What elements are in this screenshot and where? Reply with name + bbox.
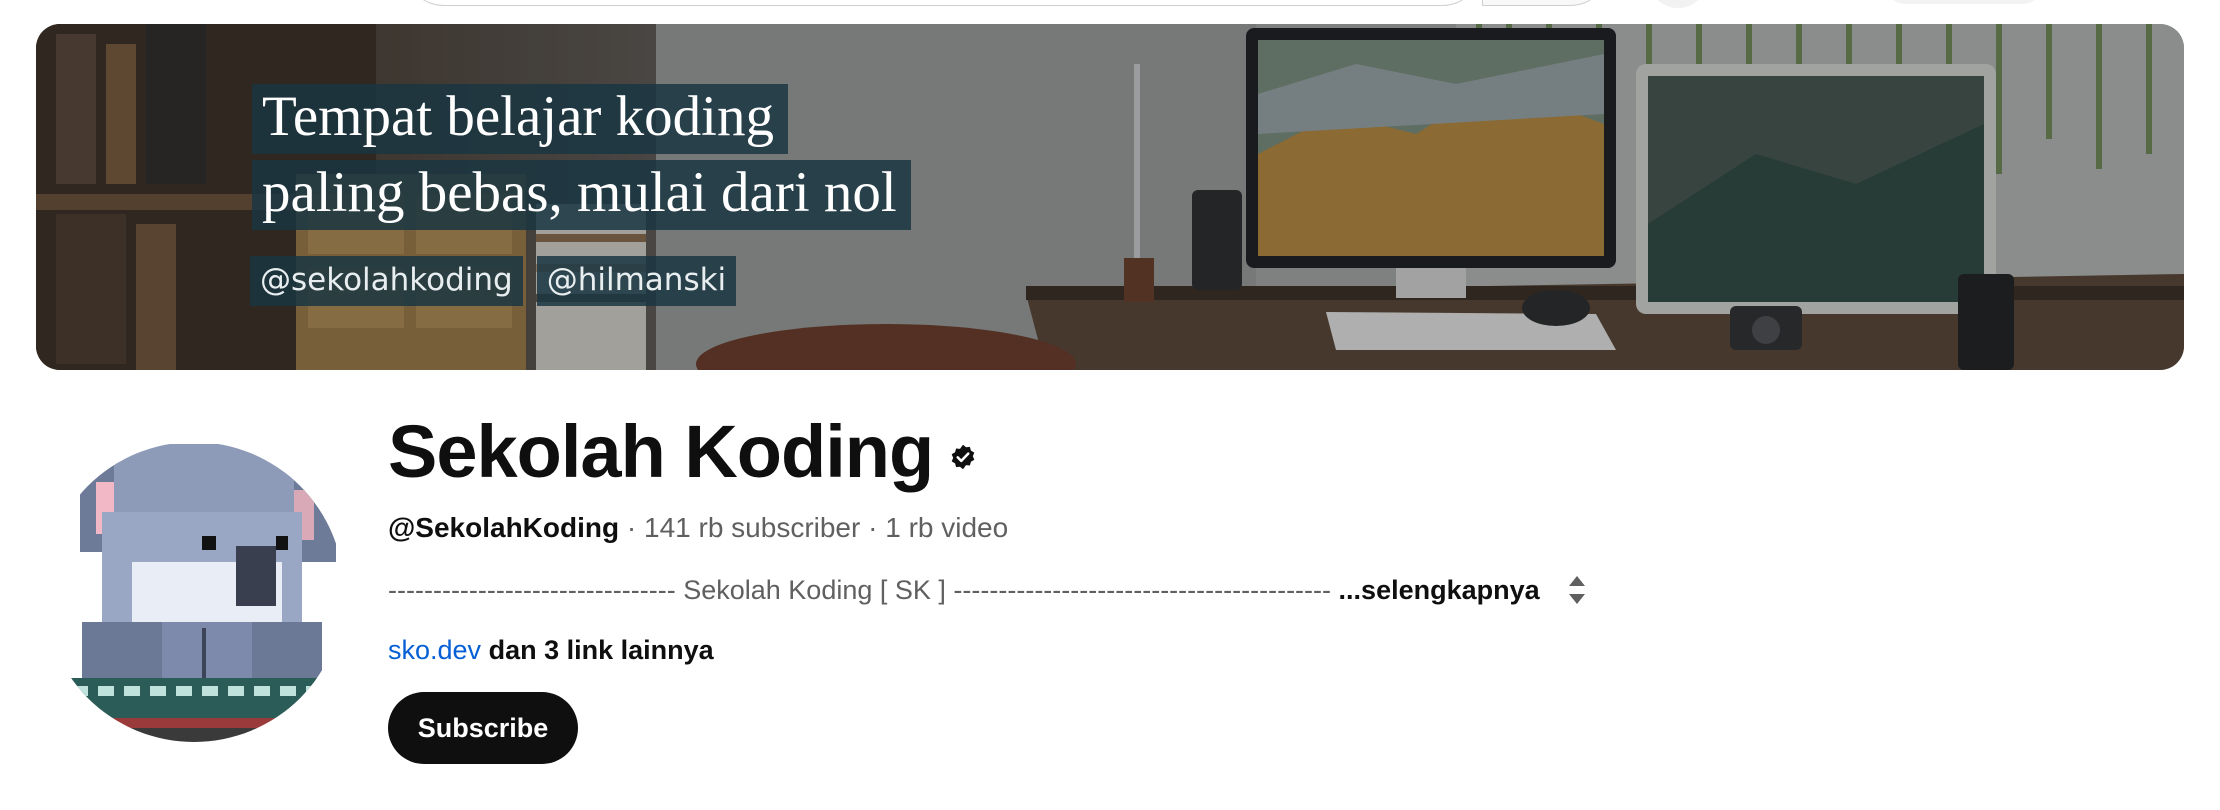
meta-separator: · [860, 512, 886, 543]
banner-tagline-line-2: paling bebas, mulai dari nol [252, 160, 911, 230]
subscribe-button[interactable]: Subscribe [388, 692, 578, 764]
more-links-button[interactable]: dan 3 link lainnya [489, 635, 714, 665]
channel-links: sko.dev dan 3 link lainnya [388, 630, 714, 670]
banner-handle-hilmanski: @hilmanski [536, 256, 737, 306]
banner-tagline: Tempat belajar koding paling bebas, mula… [252, 84, 911, 236]
verified-check-icon[interactable] [949, 443, 977, 471]
meta-separator: · [619, 512, 644, 543]
banner-tagline-line-1: Tempat belajar koding [252, 84, 788, 154]
more-description-link[interactable]: ...selengkapnya [1339, 575, 1540, 605]
voice-search-button[interactable] [1648, 0, 1708, 8]
sign-in-button[interactable] [1884, 0, 2044, 4]
banner-handles: @sekolahkoding @hilmanski [250, 256, 737, 306]
channel-title: Sekolah Koding [388, 410, 934, 493]
description-preview: -------------------------------- Sekolah… [388, 575, 1332, 605]
channel-handle[interactable]: @SekolahKoding [388, 512, 619, 543]
banner-handle-sekolahkoding: @sekolahkoding [250, 256, 523, 306]
channel-meta: @SekolahKoding · 141 rb subscriber · 1 r… [388, 508, 1008, 548]
masthead [0, 0, 2220, 24]
video-count: 1 rb video [885, 512, 1009, 543]
channel-header: Sekolah Koding [388, 404, 977, 500]
channel-banner: Tempat belajar koding paling bebas, mula… [36, 24, 2184, 370]
subscriber-count: 141 rb subscriber [644, 512, 861, 543]
expand-collapse-icon[interactable] [1566, 570, 1588, 610]
search-button[interactable] [1482, 0, 1610, 6]
channel-description[interactable]: -------------------------------- Sekolah… [388, 570, 1540, 610]
search-input[interactable] [404, 0, 1482, 6]
channel-avatar[interactable] [52, 442, 336, 742]
primary-link[interactable]: sko.dev [388, 635, 481, 665]
